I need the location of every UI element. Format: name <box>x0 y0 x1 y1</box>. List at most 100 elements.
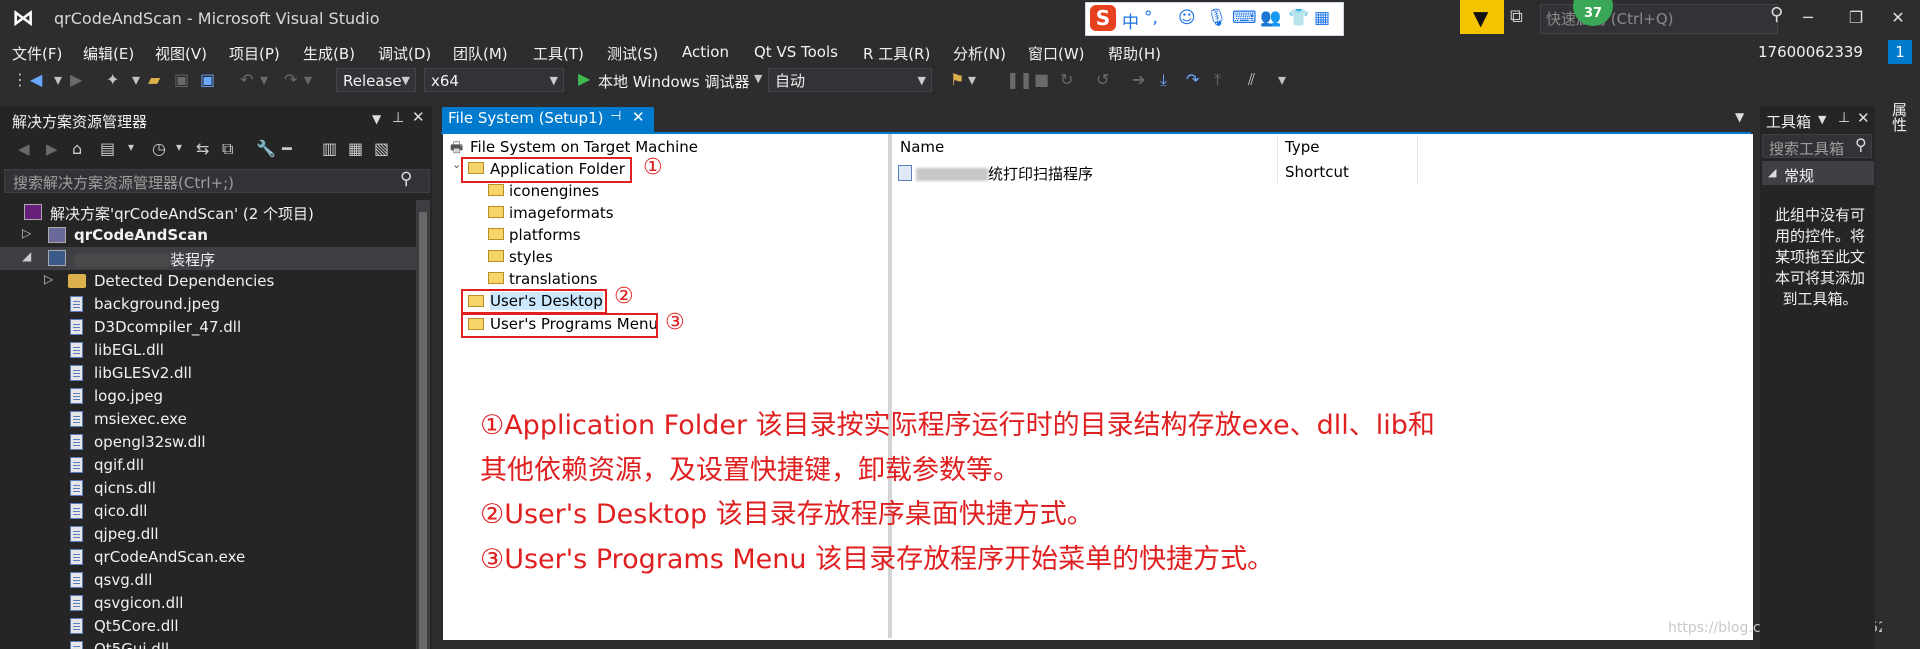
list-item[interactable]: background.jpeg <box>0 293 420 316</box>
list-item[interactable]: qico.dll <box>0 500 420 523</box>
account-icon[interactable]: ⧉ <box>1510 6 1523 27</box>
close-icon[interactable]: ✕ <box>1857 109 1870 127</box>
ime-punct-toggle[interactable]: °, <box>1144 8 1158 28</box>
forward-icon[interactable]: ▶ <box>70 70 82 89</box>
list-item[interactable]: qjpeg.dll <box>0 523 420 546</box>
close-icon[interactable]: ✕ <box>412 108 425 126</box>
step-out-icon[interactable]: ⤒ <box>1214 70 1221 90</box>
tree-item-subfolder[interactable]: imageformats <box>509 204 614 222</box>
list-item[interactable]: opengl32sw.dll <box>0 431 420 454</box>
tree-item-subfolder[interactable]: translations <box>509 270 597 288</box>
search-icon[interactable]: ⚲ <box>1770 4 1783 25</box>
menu-r-tools[interactable]: R 工具(R) <box>863 43 930 64</box>
list-item[interactable]: qsvgicon.dll <box>0 592 420 615</box>
tree-item-setup-project[interactable]: ◢ 装程序 <box>0 247 420 270</box>
start-debugging-icon[interactable]: ▶ <box>578 69 590 88</box>
undo-icon[interactable]: ↶ <box>240 70 253 89</box>
pause-icon[interactable]: ❚❚ <box>1006 70 1033 89</box>
file-types-editor-icon[interactable]: ▧ <box>374 139 389 158</box>
tree-root-label[interactable]: File System on Target Machine <box>470 138 698 156</box>
shirt-icon[interactable]: 👕 <box>1288 8 1309 28</box>
list-item[interactable]: qicns.dll <box>0 477 420 500</box>
pin-icon[interactable]: ⊣ <box>610 109 621 124</box>
menu-view[interactable]: 视图(V) <box>155 43 207 64</box>
sync-icon[interactable]: ⇆ <box>196 139 209 158</box>
table-row[interactable]: 统打印扫描程序 <box>916 163 1093 184</box>
chevron-down-icon[interactable]: ▾ <box>128 140 134 154</box>
sogou-logo-icon[interactable]: S <box>1090 5 1116 31</box>
list-item[interactable]: qsvg.dll <box>0 569 420 592</box>
user-account-id[interactable]: 17600062339 <box>1758 43 1863 61</box>
menu-test[interactable]: 测试(S) <box>607 43 658 64</box>
menu-file[interactable]: 文件(F) <box>12 43 62 64</box>
menu-help[interactable]: 帮助(H) <box>1108 43 1161 64</box>
step-over-icon[interactable]: ↷ <box>1186 70 1199 89</box>
dropdown-arrow-icon[interactable]: ▾ <box>304 70 312 89</box>
list-item[interactable]: libEGL.dll <box>0 339 420 362</box>
solution-platform-select[interactable]: x64 ▼ <box>424 68 564 92</box>
list-item[interactable]: logo.jpeg <box>0 385 420 408</box>
mic-icon[interactable]: 🎙 <box>1206 8 1228 28</box>
home-icon[interactable]: ⌂ <box>72 139 82 158</box>
dropdown-arrow-icon[interactable]: ▾ <box>132 70 140 89</box>
start-debugging-button[interactable]: 本地 Windows 调试器 <box>598 71 750 92</box>
list-item[interactable]: Qt5Core.dll <box>0 615 420 638</box>
expand-icon[interactable]: ▷ <box>44 272 53 286</box>
menu-debug[interactable]: 调试(D) <box>378 43 431 64</box>
pin-icon[interactable]: ⊥ <box>392 110 404 126</box>
search-icon[interactable]: ⚲ <box>1855 135 1867 154</box>
grid-icon[interactable]: ▦ <box>1314 8 1330 28</box>
registry-editor-icon[interactable]: ▦ <box>348 139 363 158</box>
stop-icon[interactable]: ■ <box>1034 70 1049 89</box>
open-folder-icon[interactable]: ▰ <box>148 70 160 89</box>
user-badge[interactable]: 1 <box>1888 40 1912 64</box>
back-icon[interactable]: ◀ <box>30 70 42 89</box>
debug-mode-select[interactable]: 自动 ▼ <box>768 68 932 92</box>
menu-action[interactable]: Action <box>682 43 729 61</box>
keyboard-icon[interactable]: ⌨ <box>1232 8 1257 28</box>
hot-reload-icon[interactable]: ↺ <box>1096 70 1109 89</box>
collapse-icon[interactable]: ◢ <box>22 249 31 263</box>
users-icon[interactable]: 👥 <box>1260 8 1281 28</box>
file-system-editor-icon[interactable]: ▥ <box>322 139 337 158</box>
scrollbar-thumb[interactable] <box>419 212 427 649</box>
switch-views-icon[interactable]: ▤ <box>100 139 115 158</box>
list-item[interactable]: libGLESv2.dll <box>0 362 420 385</box>
back-icon[interactable]: ◀ <box>18 140 30 158</box>
list-item[interactable]: msiexec.exe <box>0 408 420 431</box>
toolbox-group-general[interactable] <box>1762 161 1874 185</box>
tree-item-detected-dependencies[interactable]: ▷ Detected Dependencies <box>0 270 420 293</box>
menu-edit[interactable]: 编辑(E) <box>83 43 134 64</box>
chevron-down-icon[interactable]: ⌄ <box>452 158 461 171</box>
new-project-icon[interactable]: ✦ <box>106 70 119 89</box>
find-in-files-icon[interactable]: ⚑ <box>950 70 964 89</box>
ime-lang-toggle[interactable]: 中 <box>1122 8 1139 33</box>
column-divider[interactable] <box>1277 135 1278 183</box>
step-into-icon[interactable]: ⤓ <box>1160 70 1167 90</box>
save-icon[interactable]: ▣ <box>174 70 189 89</box>
forward-icon[interactable]: ▶ <box>46 140 58 158</box>
chevron-down-icon[interactable]: ▼ <box>1735 110 1744 124</box>
chevron-down-icon[interactable]: ▾ <box>176 140 182 154</box>
list-item[interactable]: Qt5Gui.dll <box>0 638 420 649</box>
restore-button[interactable]: ❐ <box>1838 4 1874 32</box>
tree-item-subfolder[interactable]: iconengines <box>509 182 599 200</box>
chevron-down-icon[interactable]: ▼ <box>754 72 762 85</box>
menu-project[interactable]: 项目(P) <box>229 43 280 64</box>
menu-qt-vs-tools[interactable]: Qt VS Tools <box>754 43 838 61</box>
column-header-type[interactable]: Type <box>1285 138 1319 156</box>
redo-icon[interactable]: ↷ <box>284 70 297 89</box>
pending-changes-icon[interactable]: ◷ <box>152 139 166 158</box>
list-item[interactable]: qrCodeAndScan.exe <box>0 546 420 569</box>
tree-item-subfolder[interactable]: styles <box>509 248 553 266</box>
menu-team[interactable]: 团队(M) <box>453 43 508 64</box>
restart-icon[interactable]: ↻ <box>1060 70 1073 89</box>
menu-window[interactable]: 窗口(W) <box>1028 43 1085 64</box>
column-divider[interactable] <box>1417 135 1418 183</box>
breakpoints-icon[interactable]: ⫽ <box>1248 70 1255 90</box>
properties-icon[interactable]: 🔧 <box>256 139 276 158</box>
emoji-icon[interactable]: ☺ <box>1178 8 1196 28</box>
tree-item-solution[interactable]: 解决方案'qrCodeAndScan' (2 个项目) <box>0 201 420 224</box>
dropdown-arrow-icon[interactable]: ▾ <box>54 70 62 89</box>
dropdown-arrow-icon[interactable]: ▾ <box>260 70 268 89</box>
